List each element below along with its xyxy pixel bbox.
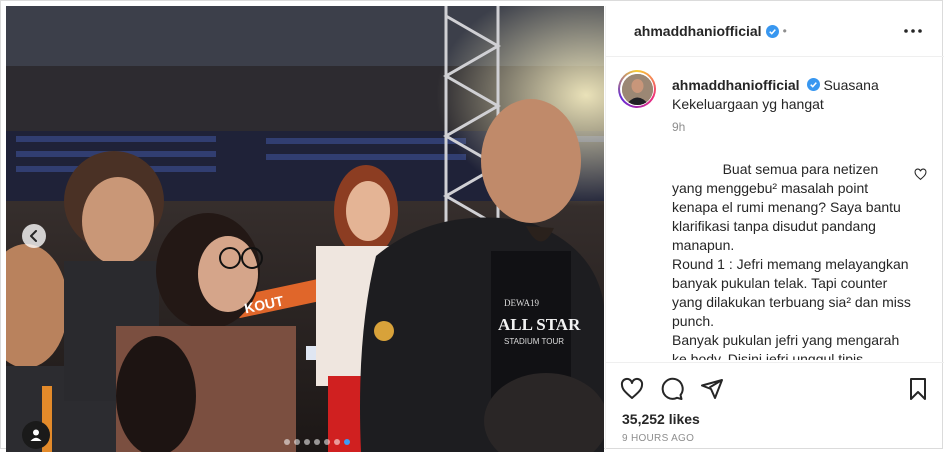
header-username[interactable]: ahmaddhaniofficial: [634, 23, 762, 39]
verified-badge-icon: [806, 78, 820, 91]
avatar[interactable]: [618, 70, 656, 108]
post-caption: ahmaddhaniofficial Suasana Kekeluargaan …: [672, 76, 902, 114]
avatar-photo: [621, 73, 653, 105]
carousel-dot: [314, 439, 320, 445]
carousel-dot: [334, 439, 340, 445]
share-icon[interactable]: [700, 377, 724, 401]
heart-icon[interactable]: [620, 377, 644, 401]
carousel-dot: [324, 439, 330, 445]
post-photo[interactable]: DEWA19 ALL STAR STADIUM TOUR KOUT: [6, 6, 604, 452]
carousel-indicator: [284, 439, 350, 445]
post-details-panel: ahmaddhaniofficial • ahmaddhaniofficial …: [605, 6, 944, 450]
caption-username[interactable]: ahmaddhaniofficial: [672, 77, 800, 93]
shirt-text-top: DEWA19: [504, 298, 539, 308]
likes-count[interactable]: 35,252 likes: [622, 411, 700, 427]
post-dialog: DEWA19 ALL STAR STADIUM TOUR KOUT ahmadd…: [0, 0, 944, 452]
bookmark-icon[interactable]: [906, 377, 930, 401]
chevron-left-icon: [30, 230, 37, 242]
post-timestamp[interactable]: 9 HOURS AGO: [622, 433, 694, 444]
comment-like-icon[interactable]: [914, 168, 927, 181]
comment-text: Buat semua para netizen yang menggebu² m…: [672, 161, 911, 360]
verified-badge-icon: [765, 24, 779, 38]
carousel-dot: [284, 439, 290, 445]
comments-section[interactable]: ahmaddhaniofficial Suasana Kekeluargaan …: [606, 58, 944, 360]
previous-slide-button[interactable]: [22, 224, 46, 248]
post-header: ahmaddhaniofficial •: [606, 6, 944, 57]
more-options-icon[interactable]: [902, 21, 924, 41]
header-separator: •: [782, 24, 787, 38]
comment-icon[interactable]: [660, 377, 684, 401]
tagged-users-button[interactable]: [22, 421, 50, 449]
caption-timestamp[interactable]: 9h: [672, 120, 685, 134]
carousel-dot: [344, 439, 350, 445]
post-actions: 35,252 likes 9 HOURS AGO: [606, 362, 944, 453]
shirt-text-sub: STADIUM TOUR: [504, 337, 564, 346]
shirt-text-main: ALL STAR: [498, 315, 581, 334]
photo-scene: DEWA19 ALL STAR STADIUM TOUR KOUT: [6, 6, 604, 452]
carousel-dot: [304, 439, 310, 445]
carousel-dot: [294, 439, 300, 445]
user-tag-icon: [30, 429, 42, 441]
